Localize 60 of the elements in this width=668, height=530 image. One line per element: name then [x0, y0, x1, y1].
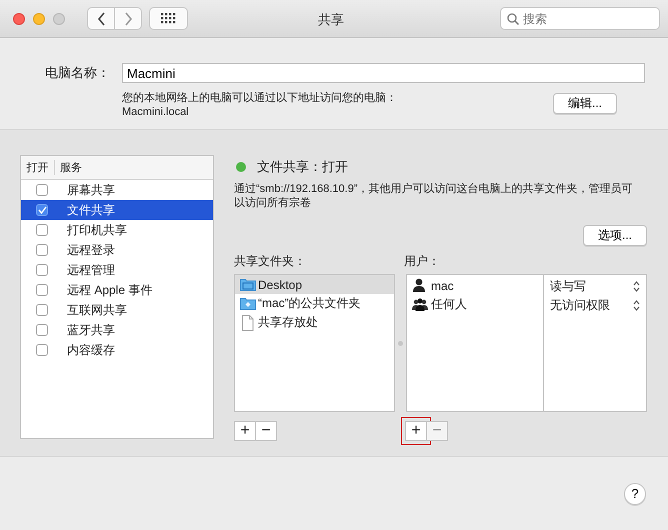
- people-icon: [412, 297, 428, 312]
- field-label: 电脑名称：: [44, 64, 110, 82]
- permission-popup[interactable]: 无访问权限: [544, 296, 646, 315]
- folder-icon: [240, 296, 256, 312]
- service-row[interactable]: 文件共享: [21, 200, 213, 220]
- service-row[interactable]: 打印机共享: [21, 220, 213, 240]
- updown-icon: [633, 281, 640, 292]
- status-text: 文件共享：打开: [257, 158, 348, 176]
- person-icon: [412, 278, 428, 293]
- checkbox[interactable]: [36, 344, 48, 356]
- service-row[interactable]: 蓝牙共享: [21, 320, 213, 340]
- document-icon: [240, 314, 256, 330]
- service-row[interactable]: 远程登录: [21, 240, 213, 260]
- updown-icon: [633, 300, 640, 311]
- search-icon: [507, 13, 519, 25]
- address-text: Macmini.local: [122, 105, 190, 119]
- window-title: 共享: [318, 11, 344, 29]
- splitter-handle[interactable]: [398, 340, 403, 346]
- user-row[interactable]: 任何人: [407, 295, 543, 314]
- back-button[interactable]: [87, 7, 115, 30]
- checkbox[interactable]: [36, 264, 48, 276]
- service-row[interactable]: 内容缓存: [21, 340, 213, 360]
- show-all-button[interactable]: [149, 7, 188, 30]
- column-header: 打开: [21, 160, 55, 175]
- checkbox[interactable]: [36, 244, 48, 256]
- hint-text: 您的本地网络上的电脑可以通过以下地址访问您的电脑：: [122, 91, 398, 105]
- service-row[interactable]: 远程 Apple 事件: [21, 280, 213, 300]
- forward-icon: [124, 12, 132, 26]
- checkbox[interactable]: [36, 304, 48, 316]
- description-text: 通过“smb://192.168.10.9”，其他用户可以访问这台电脑上的共享文件夹，管理员可以访问所有宗卷: [234, 182, 634, 210]
- folder-icon: [240, 276, 256, 292]
- folder-row[interactable]: 共享存放处: [235, 313, 394, 332]
- add-button[interactable]: +: [234, 421, 256, 441]
- checkbox[interactable]: [36, 324, 48, 336]
- checkbox[interactable]: [36, 224, 48, 236]
- checkbox[interactable]: [36, 184, 48, 196]
- help-button[interactable]: ?: [624, 482, 646, 504]
- edit-button[interactable]: 编辑...: [553, 93, 617, 114]
- close-button[interactable]: [13, 12, 25, 24]
- zoom-button[interactable]: [53, 12, 65, 24]
- folder-row[interactable]: Desktop: [235, 275, 394, 294]
- minimize-button[interactable]: [33, 12, 45, 24]
- service-row[interactable]: 互联网共享: [21, 300, 213, 320]
- back-icon: [96, 12, 106, 26]
- grid-icon: [161, 13, 176, 24]
- column-header: 服务: [60, 161, 82, 175]
- user-row[interactable]: mac: [407, 276, 543, 295]
- checkbox[interactable]: [36, 204, 48, 216]
- computer-name-field[interactable]: Macmini: [122, 63, 645, 83]
- section-label: 共享文件夹：: [234, 252, 307, 270]
- checkbox[interactable]: [36, 284, 48, 296]
- service-row[interactable]: 屏幕共享: [21, 180, 213, 200]
- checkmark-icon: [38, 206, 46, 214]
- section-label: 用户：: [404, 252, 440, 270]
- options-button[interactable]: 选项...: [583, 225, 647, 246]
- service-row[interactable]: 远程管理: [21, 260, 213, 280]
- folder-row[interactable]: “mac”的公共文件夹: [235, 294, 394, 313]
- search-field[interactable]: 搜索: [500, 7, 660, 30]
- remove-button[interactable]: −: [255, 421, 277, 441]
- permission-popup[interactable]: 读与写: [544, 277, 646, 296]
